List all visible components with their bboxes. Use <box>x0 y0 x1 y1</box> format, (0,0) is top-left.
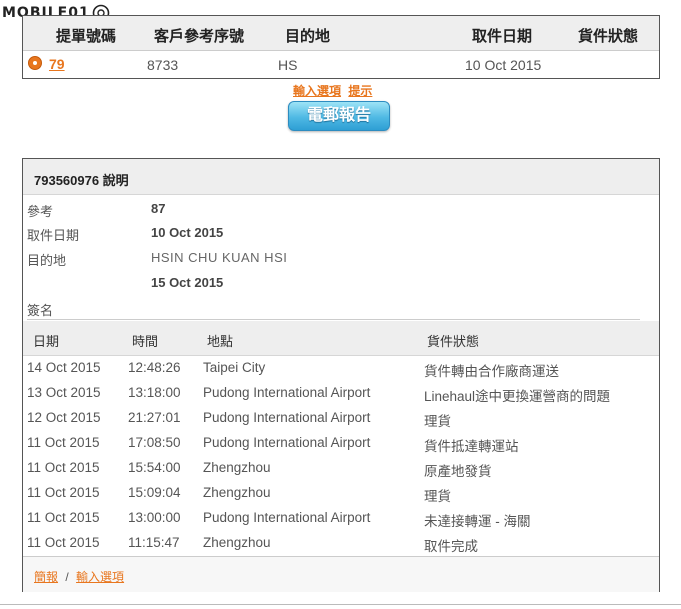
reference-label: 參考 <box>27 204 54 219</box>
event-location: Pudong International Airport <box>203 385 371 400</box>
col-tracking-number: 提單號碼 <box>56 28 117 45</box>
event-date: 11 Oct 2015 <box>27 435 100 450</box>
event-col-date: 日期 <box>33 334 60 349</box>
event-status: 理貨 <box>424 489 451 504</box>
event-location: Zhengzhou <box>203 460 271 475</box>
destination-field-value: HSIN CHU KUAN HSI <box>151 250 288 265</box>
footer-separator: / <box>65 570 69 584</box>
event-status: 原產地發貨 <box>424 464 492 479</box>
detail-footer: 簡報 / 輸入選項 <box>23 556 659 592</box>
event-time: 13:00:00 <box>128 510 181 525</box>
signature-label: 簽名 <box>27 303 54 318</box>
event-location: Taipei City <box>203 360 266 375</box>
events-table-header: 日期 時間 地點 貨件狀態 <box>23 321 659 356</box>
event-status: 取件完成 <box>424 539 478 554</box>
event-col-time: 時間 <box>132 334 159 349</box>
detail-title: 793560976 說明 <box>34 173 129 188</box>
col-status: 貨件狀態 <box>578 28 639 45</box>
event-row: 13 Oct 2015 13:18:00 Pudong Internationa… <box>23 382 659 407</box>
event-col-status: 貨件狀態 <box>427 334 480 349</box>
event-date: 11 Oct 2015 <box>27 510 100 525</box>
input-options-link[interactable]: 輸入選項 <box>293 84 341 98</box>
email-report-button[interactable]: 電郵報告 <box>288 101 390 131</box>
shipment-detail-panel: 793560976 說明 參考 87 取件日期 10 Oct 2015 目的地 … <box>22 158 660 592</box>
shipment-table-header: 提單號碼 客戶參考序號 目的地 取件日期 貨件狀態 <box>23 16 659 51</box>
summary-link[interactable]: 簡報 <box>34 570 58 584</box>
event-date: 11 Oct 2015 <box>27 485 100 500</box>
event-location: Pudong International Airport <box>203 410 371 425</box>
event-time: 15:09:04 <box>128 485 181 500</box>
bottom-divider <box>0 604 681 605</box>
event-row: 11 Oct 2015 15:09:04 Zhengzhou 理貨 <box>23 482 659 507</box>
event-location: Pudong International Airport <box>203 510 371 525</box>
tracking-number-link[interactable]: 79 <box>49 56 65 72</box>
pickup-date-field-value: 10 Oct 2015 <box>151 225 224 240</box>
option-links: 輸入選項 提示 <box>293 82 376 99</box>
destination-value: HS <box>278 57 298 73</box>
event-date: 12 Oct 2015 <box>27 410 101 425</box>
shipment-radio-button[interactable] <box>28 56 42 70</box>
event-col-location: 地點 <box>207 334 234 349</box>
event-status: 理貨 <box>424 414 451 429</box>
event-date: 11 Oct 2015 <box>27 460 100 475</box>
event-date: 11 Oct 2015 <box>27 535 100 550</box>
footer-links: 簡報 / 輸入選項 <box>34 568 124 585</box>
reference-field-value: 87 <box>151 201 166 216</box>
pickup-date-value: 10 Oct 2015 <box>465 57 542 73</box>
event-row: 11 Oct 2015 15:54:00 Zhengzhou 原產地發貨 <box>23 457 659 482</box>
pickup-date-label: 取件日期 <box>27 228 80 243</box>
event-status: 貨件轉由合作廠商運送 <box>424 364 559 379</box>
col-destination: 目的地 <box>285 28 331 45</box>
event-date: 13 Oct 2015 <box>27 385 101 400</box>
event-status: 未達接轉運 - 海關 <box>424 514 531 529</box>
event-row: 14 Oct 2015 12:48:26 Taipei City 貨件轉由合作廠… <box>23 357 659 382</box>
col-pickup-date: 取件日期 <box>472 28 533 45</box>
event-time: 21:27:01 <box>128 410 181 425</box>
col-reference: 客戶參考序號 <box>154 28 245 45</box>
event-location: Zhengzhou <box>203 485 271 500</box>
event-row: 11 Oct 2015 13:00:00 Pudong Internationa… <box>23 507 659 532</box>
destination-label: 目的地 <box>27 253 67 268</box>
reference-value: 8733 <box>147 57 179 73</box>
event-time: 13:18:00 <box>128 385 181 400</box>
event-row: 12 Oct 2015 21:27:01 Pudong Internationa… <box>23 407 659 432</box>
shipment-row[interactable]: 79 8733 HS 10 Oct 2015 <box>23 51 659 78</box>
event-status: 貨件抵達轉運站 <box>424 439 519 454</box>
event-status: Linehaul途中更換運營商的問題 <box>424 389 611 404</box>
signature-divider <box>27 319 640 320</box>
event-location: Zhengzhou <box>203 535 271 550</box>
event-date: 14 Oct 2015 <box>27 360 101 375</box>
event-time: 15:54:00 <box>128 460 181 475</box>
event-row: 11 Oct 2015 17:08:50 Pudong Internationa… <box>23 432 659 457</box>
event-location: Pudong International Airport <box>203 435 371 450</box>
delivery-date-value: 15 Oct 2015 <box>151 275 224 290</box>
event-time: 11:15:47 <box>128 535 180 550</box>
event-time: 17:08:50 <box>128 435 181 450</box>
footer-input-options-link[interactable]: 輸入選項 <box>76 570 124 584</box>
detail-header: 793560976 說明 <box>23 159 659 195</box>
hints-link[interactable]: 提示 <box>348 84 372 98</box>
event-row: 11 Oct 2015 11:15:47 Zhengzhou 取件完成 <box>23 532 659 557</box>
shipment-table: 提單號碼 客戶參考序號 目的地 取件日期 貨件狀態 79 8733 HS 10 … <box>22 15 660 79</box>
event-time: 12:48:26 <box>128 360 181 375</box>
